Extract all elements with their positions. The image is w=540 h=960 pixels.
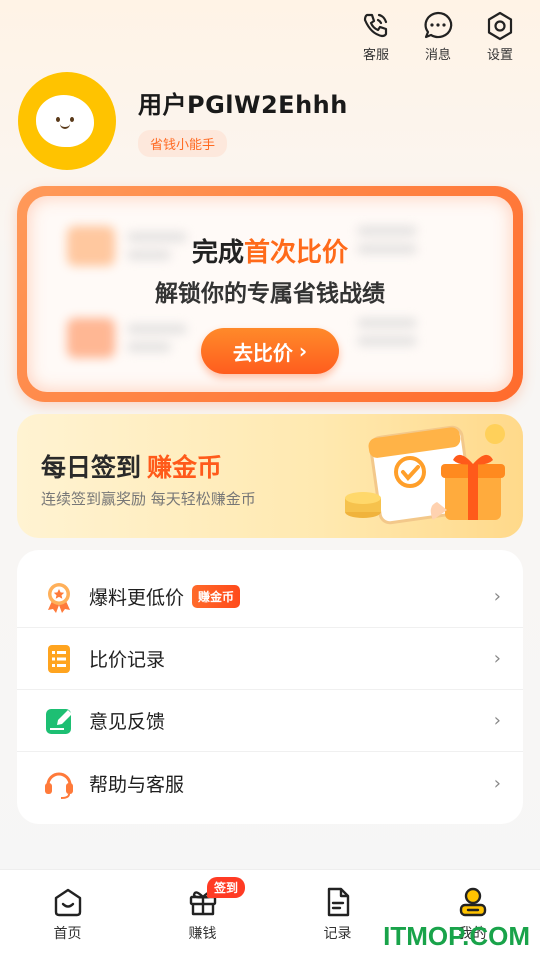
customer-service-label: 客服 <box>362 48 389 63</box>
customer-service-button[interactable]: 客服 <box>356 10 396 63</box>
phone-icon <box>363 13 388 38</box>
menu-item-help-support[interactable]: 帮助与客服 › <box>17 752 523 814</box>
tab-earn[interactable]: 赚钱 签到 <box>135 870 270 960</box>
settings-icon <box>487 11 513 41</box>
edit-icon <box>43 705 75 737</box>
menu-label: 比价记录 <box>89 649 166 671</box>
first-compare-card-inner: 完成首次比价 解锁你的专属省钱战绩 去比价 › <box>27 196 513 392</box>
username: 用户PGlW2Ehhh <box>138 91 348 119</box>
avatar-face-icon <box>36 95 94 147</box>
menu-label: 意见反馈 <box>89 711 166 733</box>
menu-item-compare-history[interactable]: 比价记录 › <box>17 628 523 690</box>
headset-icon <box>43 767 75 799</box>
go-compare-label: 去比价 <box>232 340 293 365</box>
list-icon <box>43 643 75 675</box>
blurred-stat-placeholder <box>357 318 417 346</box>
signin-title-highlight: 赚金币 <box>147 453 223 482</box>
messages-label: 消息 <box>424 48 451 63</box>
messages-button[interactable]: 消息 <box>418 10 458 63</box>
signin-badge: 签到 <box>207 877 246 898</box>
tab-label: 记录 <box>323 926 352 942</box>
blurred-stat-placeholder <box>67 318 187 358</box>
chevron-right-icon: › <box>493 648 501 669</box>
menu-item-feedback[interactable]: 意见反馈 › <box>17 690 523 752</box>
home-icon <box>54 888 81 917</box>
message-icon <box>424 11 453 39</box>
user-level-tag: 省钱小能手 <box>138 130 228 157</box>
compare-card-title: 完成首次比价 <box>27 232 513 269</box>
chevron-right-icon: › <box>298 339 308 363</box>
signin-subtitle: 连续签到赢奖励 每天轻松赚金币 <box>41 490 256 508</box>
watermark-text: ITMOP.COM <box>383 921 530 951</box>
signin-title: 每日签到 赚金币 <box>41 448 222 484</box>
tab-label: 首页 <box>53 926 82 942</box>
chevron-right-icon: › <box>493 772 501 794</box>
menu-label: 帮助与客服 <box>89 773 185 796</box>
go-compare-button[interactable]: 去比价 › <box>201 328 339 374</box>
chevron-right-icon: › <box>493 710 501 731</box>
compare-title-prefix: 完成 <box>191 238 244 268</box>
menu-list: 爆料更低价 赚金币 › 比价记录 › 意见反馈 › 帮助与客服 › <box>17 550 523 824</box>
compare-title-highlight: 首次比价 <box>244 238 349 268</box>
profile-header: 用户PGlW2Ehhh 省钱小能手 <box>18 72 348 170</box>
calendar-gift-illustration-icon <box>345 424 505 525</box>
tab-home[interactable]: 首页 <box>0 870 135 960</box>
document-icon <box>327 887 349 917</box>
settings-button[interactable]: 设置 <box>480 10 520 63</box>
menu-label: 爆料更低价 <box>89 587 185 609</box>
profile-info: 用户PGlW2Ehhh 省钱小能手 <box>138 85 348 157</box>
award-icon <box>43 581 75 613</box>
first-compare-card: 完成首次比价 解锁你的专属省钱战绩 去比价 › <box>17 186 523 402</box>
avatar[interactable] <box>18 72 116 170</box>
compare-card-subtitle: 解锁你的专属省钱战绩 <box>155 281 385 307</box>
chevron-right-icon: › <box>493 586 501 607</box>
profile-icon <box>459 887 486 917</box>
daily-signin-banner[interactable]: 每日签到 赚金币 连续签到赢奖励 每天轻松赚金币 <box>17 414 523 538</box>
earn-coins-badge: 赚金币 <box>192 585 241 608</box>
menu-item-report-lower-price[interactable]: 爆料更低价 赚金币 › <box>17 566 523 628</box>
signin-title-text: 每日签到 <box>41 453 142 482</box>
settings-label: 设置 <box>486 48 513 63</box>
tab-label: 赚钱 <box>188 926 217 942</box>
top-actions: 客服 消息 设置 <box>356 10 520 63</box>
